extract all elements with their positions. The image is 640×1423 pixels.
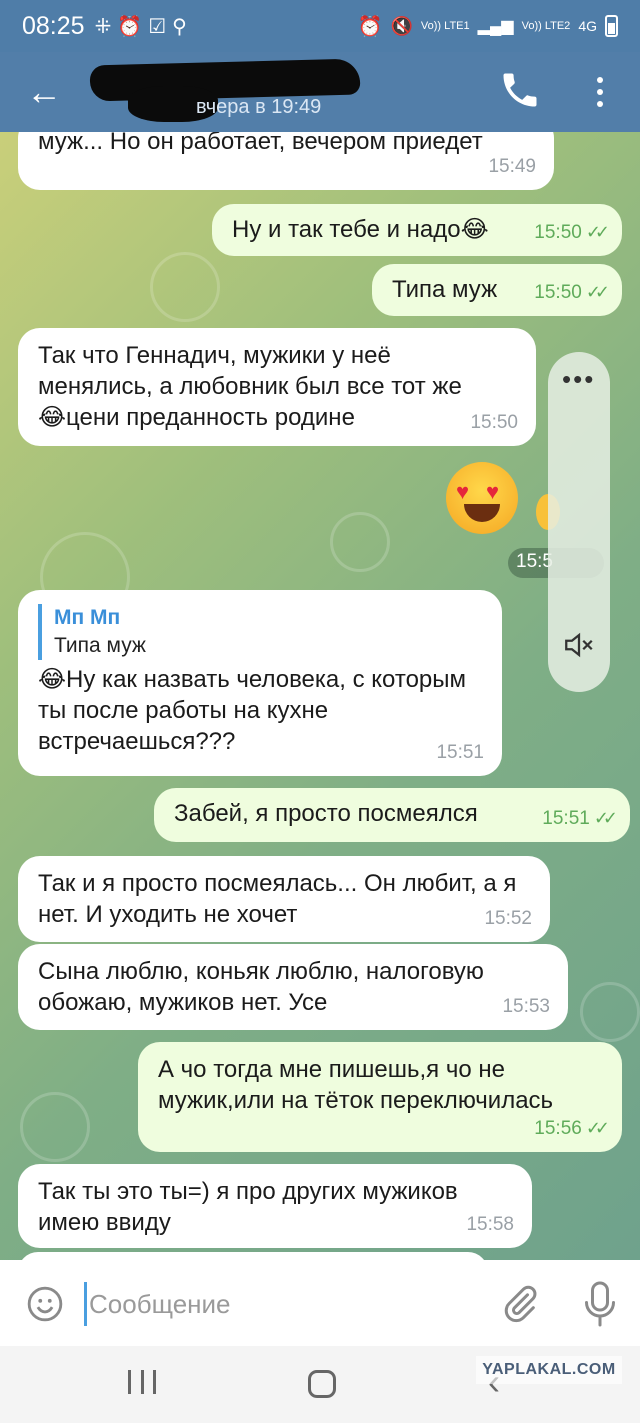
home-icon[interactable] — [308, 1370, 336, 1398]
message-outgoing[interactable]: Ну и так тебе и надо😂 15:50 ✓✓ — [212, 204, 622, 256]
message-incoming[interactable]: Так и я просто посмеялась... Он любит, а… — [18, 856, 550, 942]
notification-icons: ⁜ ⏰ ☑ ⚲ — [95, 14, 187, 39]
message-text: Так ты это ты=) я про других мужиков име… — [38, 1178, 458, 1236]
signal-lte2: Vo)) LTE2 — [521, 20, 571, 32]
message-incoming[interactable]: Сына люблю, коньяк люблю, налоговую обож… — [18, 944, 568, 1030]
mute-icon: 🔇 — [390, 15, 413, 36]
last-seen: вчера в 19:49 — [196, 96, 322, 118]
heart-eye-icon: ♥ — [456, 479, 470, 504]
message-input[interactable] — [84, 1282, 484, 1326]
message-text: А чо тогда мне пишешь,я чо не мужик,или … — [158, 1056, 554, 1114]
message-incoming[interactable]: Так что Геннадич, мужики у неё менялись,… — [18, 328, 536, 446]
message-text: Забей, я просто посмеялся — [174, 800, 478, 827]
double-check-icon: ✓✓ — [593, 808, 618, 828]
message-text: Сына люблю, коньяк люблю, налоговую обож… — [38, 958, 484, 1016]
background-doodle — [20, 1092, 90, 1162]
message-incoming-reply[interactable]: Мп Мп Типа муж 😂Ну как назвать человека,… — [18, 590, 502, 776]
message-time: 15:49 — [488, 156, 536, 177]
background-doodle — [150, 252, 220, 322]
phone-icon[interactable] — [498, 68, 542, 112]
double-check-icon: ✓✓ — [585, 1118, 610, 1138]
message-text: 😂Ну как назвать человека, с которым ты п… — [38, 666, 467, 755]
battery-icon — [605, 15, 618, 37]
message-time: 15:52 — [484, 908, 532, 929]
system-navigation-bar: ‹ YAPLAKAL.COM — [0, 1346, 640, 1423]
double-check-icon: ✓✓ — [585, 282, 610, 302]
message-incoming[interactable]: муж... Но он работает, вечером приедет 1… — [18, 132, 554, 190]
heart-eye-icon: ♥ — [486, 479, 500, 504]
message-text: Так что Геннадич, мужики у неё менялись,… — [38, 342, 462, 431]
chat-title[interactable]: вчера в 19:49 — [88, 56, 378, 126]
more-horizontal-icon[interactable]: ••• — [562, 366, 595, 392]
message-incoming[interactable]: Так ты это ты=) я про других мужиков име… — [18, 1164, 532, 1248]
message-time: 15:51 — [542, 808, 590, 829]
message-outgoing[interactable]: А чо тогда мне пишешь,я чо не мужик,или … — [138, 1042, 622, 1152]
recent-apps-icon[interactable] — [128, 1370, 156, 1398]
message-time: 15:51 — [436, 742, 484, 763]
signal-bars-icon: ▂▄▆ — [477, 18, 514, 35]
status-time: 08:25 — [22, 11, 85, 40]
status-bar: 08:25 ⁜ ⏰ ☑ ⚲ ⏰ 🔇 Vo)) LTE1 ▂▄▆ Vo)) LTE… — [0, 0, 640, 52]
background-doodle — [580, 982, 640, 1042]
message-text: Типа муж — [392, 276, 498, 303]
emoji-smile-icon[interactable] — [26, 1285, 64, 1323]
message-text: Ну и так тебе и надо😂 — [232, 216, 489, 243]
heart-eyes-emoji[interactable]: ♥ ♥ — [446, 462, 518, 534]
message-time: 15:50 — [470, 412, 518, 433]
video-side-panel[interactable]: ••• — [548, 352, 610, 692]
message-text: муж... Но он работает, вечером приедет — [38, 132, 483, 155]
system-icons: ⏰ 🔇 Vo)) LTE1 ▂▄▆ Vo)) LTE2 4G — [358, 14, 618, 39]
paperclip-icon[interactable] — [500, 1282, 540, 1326]
checkbox-icon: ☑ — [148, 15, 167, 38]
network-type: 4G — [578, 18, 597, 34]
signal-lte1: Vo)) LTE1 — [420, 20, 470, 32]
back-arrow-icon[interactable]: ← — [24, 72, 64, 112]
volume-mute-icon[interactable] — [562, 628, 596, 662]
message-time: 15:53 — [502, 996, 550, 1017]
reply-text: Типа муж — [54, 634, 146, 657]
chat-header: ← вчера в 19:49 — [0, 52, 640, 132]
search-icon: ⚲ — [172, 15, 187, 38]
more-vertical-icon[interactable] — [586, 70, 614, 114]
message-incoming-partial[interactable] — [18, 1252, 488, 1260]
alarm-icon: ⏰ — [357, 15, 383, 38]
message-outgoing[interactable]: Забей, я просто посмеялся 15:51 ✓✓ — [154, 788, 630, 842]
chat-messages-area[interactable]: муж... Но он работает, вечером приедет 1… — [0, 132, 640, 1260]
message-time: 15:50 — [534, 282, 582, 303]
message-text: Так и я просто посмеялась... Он любит, а… — [38, 870, 517, 928]
message-time: 15:50 — [534, 222, 582, 243]
background-doodle — [330, 512, 390, 572]
microphone-icon[interactable] — [582, 1280, 618, 1328]
reply-quote[interactable]: Мп Мп Типа муж — [38, 604, 482, 660]
message-input-bar — [0, 1260, 640, 1346]
watermark: YAPLAKAL.COM — [476, 1356, 622, 1384]
message-time: 15:58 — [466, 1214, 514, 1235]
message-outgoing[interactable]: Типа муж 15:50 ✓✓ — [372, 264, 622, 316]
alarm-icon: ⏰ — [117, 15, 143, 38]
double-check-icon: ✓✓ — [585, 222, 610, 242]
reply-author: Мп Мп — [54, 606, 121, 629]
emoji-mouth — [464, 504, 500, 522]
grid-icon: ⁜ — [94, 15, 112, 38]
message-time: 15:56 — [534, 1118, 582, 1139]
